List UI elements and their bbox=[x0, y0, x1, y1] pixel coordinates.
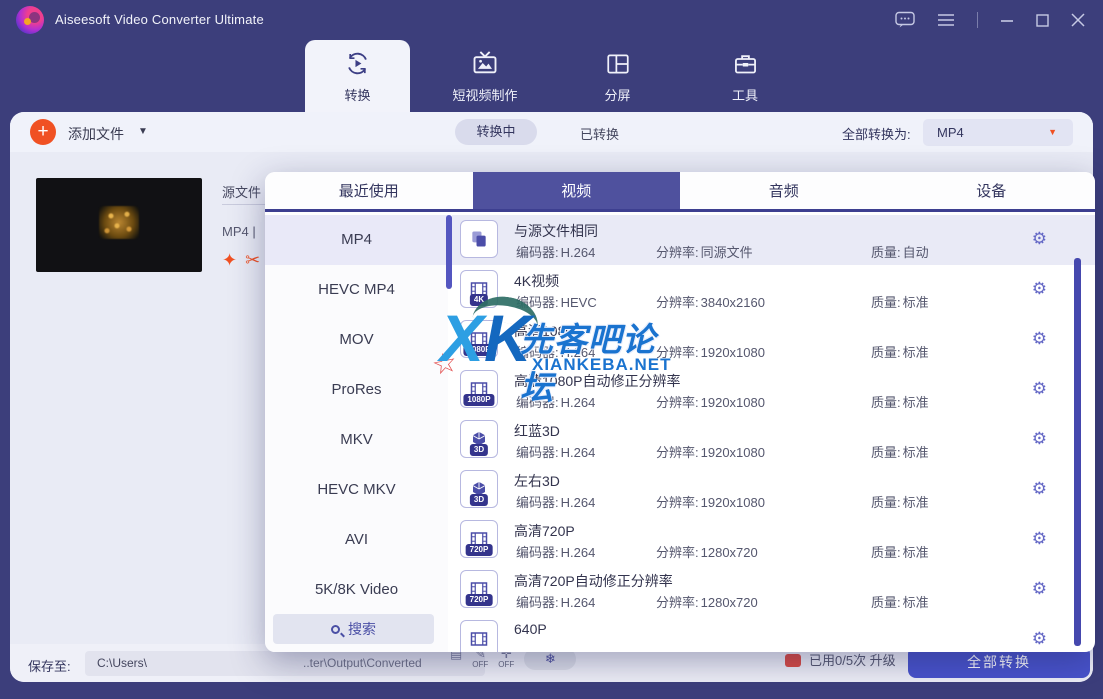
format-list: 与源文件相同 编码器: H.264 分辨率: 同源文件 质量: 自动 ⚙ 4K 4K视… bbox=[452, 215, 1095, 652]
format-row-anaglyph-3d[interactable]: 3D 红蓝3D 编码器: H.264 分辨率: 1920x1080 质量: 标准 ⚙ bbox=[452, 415, 1095, 465]
tab-converted[interactable]: 已转换 bbox=[580, 124, 619, 143]
tab-toolbox-label: 工具 bbox=[731, 87, 758, 103]
video-thumbnail[interactable] bbox=[36, 178, 202, 272]
save-path-left: C:\Users\ bbox=[97, 656, 148, 670]
format-row-1080p[interactable]: 1080P 高清1080P 编码器: H.264 分辨率: 1920x1080 质量… bbox=[452, 315, 1095, 365]
thumbnail-emblem bbox=[99, 206, 139, 239]
add-file-label[interactable]: 添加文件 bbox=[68, 124, 124, 144]
settings-gear-icon[interactable]: ⚙ bbox=[1032, 529, 1047, 549]
add-file-button[interactable]: + bbox=[30, 119, 56, 145]
tab-split-screen-label: 分屏 bbox=[604, 87, 631, 103]
sidebar-item-mp4[interactable]: MP4 bbox=[265, 215, 448, 265]
format-sidebar: MP4 HEVC MP4 MOV ProRes MKV HEVC MKV AVI… bbox=[265, 215, 448, 652]
menu-hamburger-icon[interactable] bbox=[937, 13, 955, 27]
format-popup: 最近使用 视频 音频 设备 MP4 HEVC MP4 MOV ProRes MK… bbox=[265, 172, 1095, 652]
settings-gear-icon[interactable]: ⚙ bbox=[1032, 229, 1047, 249]
search-label: 搜索 bbox=[348, 621, 376, 637]
app-logo-icon bbox=[16, 6, 44, 34]
sidebar-item-avi[interactable]: AVI bbox=[265, 515, 448, 565]
settings-gear-icon[interactable]: ⚙ bbox=[1032, 579, 1047, 599]
format-row-sbs-3d[interactable]: 3D 左右3D 编码器: H.264 分辨率: 1920x1080 质量: 标准 ⚙ bbox=[452, 465, 1095, 515]
settings-gear-icon[interactable]: ⚙ bbox=[1032, 279, 1047, 299]
film-720p-icon: 720P bbox=[460, 570, 498, 608]
settings-gear-icon[interactable]: ⚙ bbox=[1032, 479, 1047, 499]
tab-convert-label: 转换 bbox=[344, 87, 371, 103]
sidebar-item-mkv[interactable]: MKV bbox=[265, 415, 448, 465]
same-as-source-icon bbox=[460, 220, 498, 258]
maximize-icon[interactable] bbox=[1036, 13, 1049, 27]
convert-icon bbox=[344, 49, 371, 77]
save-path-input[interactable]: C:\Users\ ..ter\Output\Converted bbox=[85, 651, 485, 676]
app-title: Aiseesoft Video Converter Ultimate bbox=[55, 12, 264, 27]
edit-effect-icons[interactable]: ✦✂ bbox=[222, 250, 268, 271]
format-row-640p[interactable]: 640P ⚙ bbox=[452, 615, 1095, 652]
toolbox-icon bbox=[732, 49, 759, 77]
sidebar-item-prores[interactable]: ProRes bbox=[265, 365, 448, 415]
search-icon bbox=[331, 624, 340, 634]
settings-gear-icon[interactable]: ⚙ bbox=[1032, 629, 1047, 649]
format-row-720p-auto[interactable]: 720P 高清720P自动修正分辨率 编码器: H.264 分辨率: 1280x72… bbox=[452, 565, 1095, 615]
film-1080p-icon: 1080P bbox=[460, 320, 498, 358]
settings-gear-icon[interactable]: ⚙ bbox=[1032, 429, 1047, 449]
sidebar-item-mov[interactable]: MOV bbox=[265, 315, 448, 365]
tab-convert[interactable]: 转换 bbox=[305, 40, 410, 112]
search-button[interactable]: 搜索 bbox=[273, 614, 434, 644]
main-nav: 转换 短视频制作 分屏 工具 bbox=[305, 40, 815, 112]
format-row-4k[interactable]: 4K 4K视频 编码器: HEVC 分辨率: 3840x2160 质量: 标准 ⚙ bbox=[452, 265, 1095, 315]
popup-tab-audio[interactable]: 音频 bbox=[680, 172, 888, 209]
settings-gear-icon[interactable]: ⚙ bbox=[1032, 329, 1047, 349]
add-file-caret-icon[interactable]: ▼ bbox=[138, 126, 148, 137]
format-row-same-as-source[interactable]: 与源文件相同 编码器: H.264 分辨率: 同源文件 质量: 自动 ⚙ bbox=[452, 215, 1095, 265]
tab-split-screen[interactable]: 分屏 bbox=[560, 40, 675, 112]
tab-short-video-label: 短视频制作 bbox=[452, 87, 518, 103]
toolbar: + 添加文件 ▼ 转换中 已转换 全部转换为: MP4 ▼ bbox=[10, 112, 1093, 152]
settings-gear-icon[interactable]: ⚙ bbox=[1032, 379, 1047, 399]
feedback-bubble-icon[interactable] bbox=[895, 11, 915, 29]
source-file-header: 源文件 bbox=[222, 185, 262, 200]
cube-3d-icon: 3D bbox=[460, 470, 498, 508]
film-1080p-icon: 1080P bbox=[460, 370, 498, 408]
short-video-icon bbox=[471, 49, 499, 77]
format-row-1080p-auto[interactable]: 1080P 高清1080P自动修正分辨率 编码器: H.264 分辨率: 1920x… bbox=[452, 365, 1095, 415]
format-caret-icon: ▼ bbox=[1048, 127, 1057, 137]
titlebar-separator bbox=[977, 12, 978, 28]
save-to-label: 保存至: bbox=[28, 659, 71, 674]
output-format-select[interactable]: MP4 ▼ bbox=[923, 119, 1073, 146]
popup-tab-device[interactable]: 设备 bbox=[888, 172, 1096, 209]
sidebar-item-5k8k[interactable]: 5K/8K Video bbox=[265, 565, 448, 615]
format-list-scrollbar[interactable] bbox=[1074, 258, 1081, 646]
film-720p-icon: 720P bbox=[460, 520, 498, 558]
save-path-right: ..ter\Output\Converted bbox=[303, 656, 422, 670]
tab-converting[interactable]: 转换中 bbox=[455, 119, 537, 145]
trial-usage-icon bbox=[785, 653, 801, 667]
popup-tab-recent[interactable]: 最近使用 bbox=[265, 172, 473, 209]
format-popup-tabs: 最近使用 视频 音频 设备 bbox=[265, 172, 1095, 212]
popup-tab-video[interactable]: 视频 bbox=[472, 172, 680, 209]
sidebar-item-hevc-mkv[interactable]: HEVC MKV bbox=[265, 465, 448, 515]
source-format-label: MP4 | bbox=[222, 224, 256, 239]
format-row-720p[interactable]: 720P 高清720P 编码器: H.264 分辨率: 1280x720 质量: 标准… bbox=[452, 515, 1095, 565]
titlebar: Aiseesoft Video Converter Ultimate bbox=[0, 0, 1103, 40]
minimize-icon[interactable] bbox=[1000, 13, 1014, 27]
film-640p-icon bbox=[460, 620, 498, 652]
tab-short-video[interactable]: 短视频制作 bbox=[410, 40, 560, 112]
film-4k-icon: 4K bbox=[460, 270, 498, 308]
sidebar-item-hevc-mp4[interactable]: HEVC MP4 bbox=[265, 265, 448, 315]
split-screen-icon bbox=[605, 49, 631, 77]
output-format-value: MP4 bbox=[937, 125, 964, 140]
cube-3d-icon: 3D bbox=[460, 420, 498, 458]
close-icon[interactable] bbox=[1071, 13, 1085, 27]
tab-toolbox[interactable]: 工具 bbox=[675, 40, 815, 112]
convert-all-to-label: 全部转换为: bbox=[842, 127, 911, 142]
